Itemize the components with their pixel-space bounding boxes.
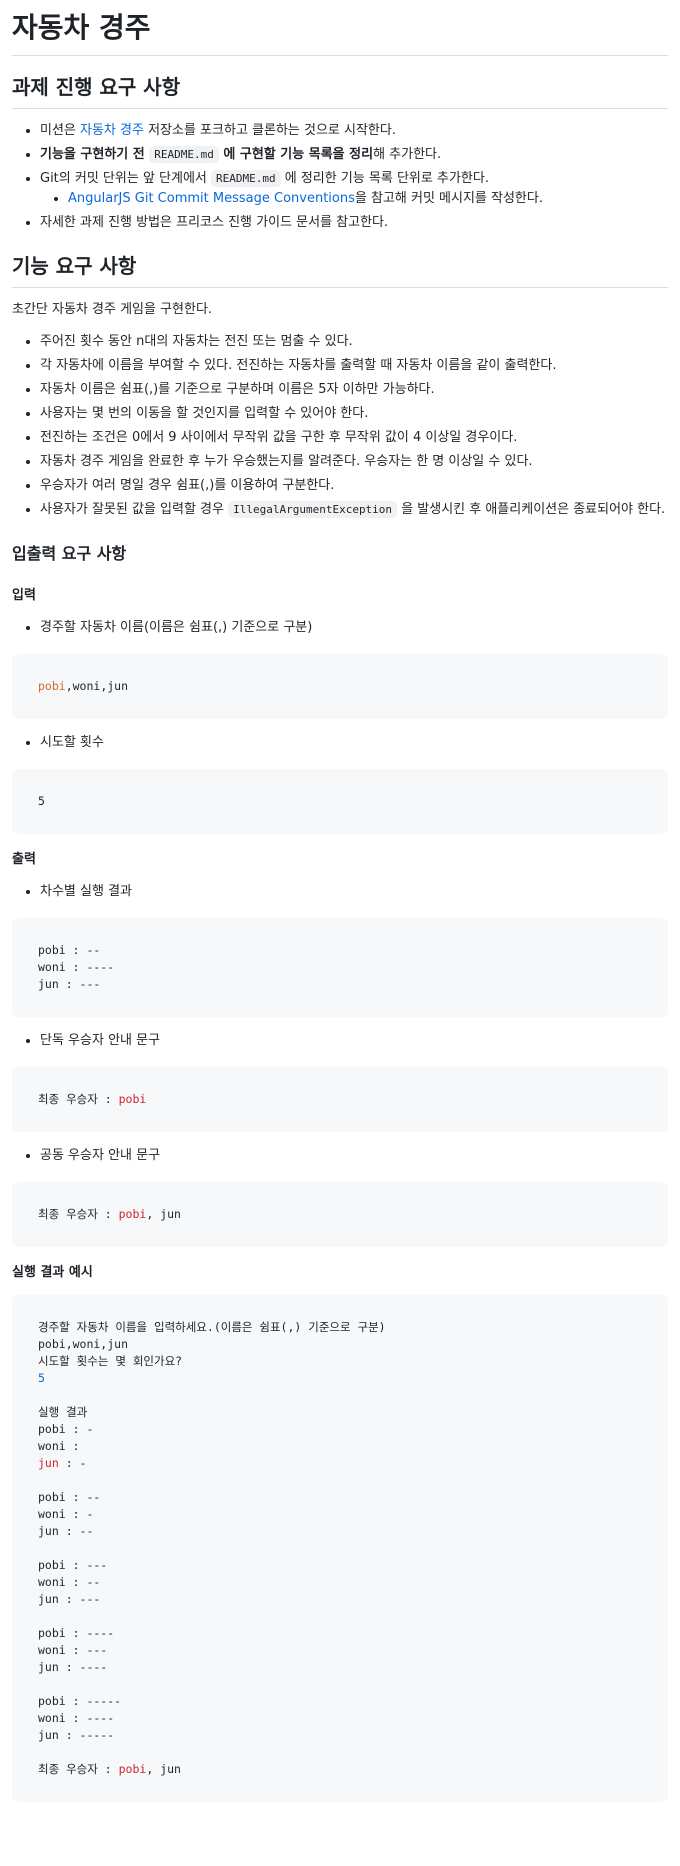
code-block-single-winner: 최종 우승자 : pobi [12, 1067, 668, 1132]
heading-progress-requirements: 과제 진행 요구 사항 [12, 72, 668, 109]
list-item: 사용자가 잘못된 값을 입력할 경우 IllegalArgumentExcept… [40, 500, 668, 520]
list-item: 사용자는 몇 번의 이동을 할 것인지를 입력할 수 있어야 한다. [40, 404, 668, 424]
list-item: 자세한 과제 진행 방법은 프리코스 진행 가이드 문서를 참고한다. [40, 213, 668, 233]
code-block-input-count: 5 [12, 769, 668, 834]
inline-code: README.md [211, 170, 281, 187]
heading-input: 입력 [12, 588, 36, 603]
list-item: 전진하는 조건은 0에서 9 사이에서 무작위 값을 구한 후 무작위 값이 4… [40, 428, 668, 448]
input-list: 시도할 횟수 [12, 733, 668, 753]
list-item: 각 자동차에 이름을 부여할 수 있다. 전진하는 자동차를 출력할 때 자동차… [40, 356, 668, 376]
progress-requirements-list: 미션은 자동차 경주 저장소를 포크하고 클론하는 것으로 시작한다. 기능을 … [12, 121, 668, 233]
code-block-round-result: pobi : -- woni : ---- jun : --- [12, 918, 668, 1017]
list-item: 시도할 횟수 [40, 733, 668, 753]
list-item: 경주할 자동차 이름(이름은 쉼표(,) 기준으로 구분) [40, 618, 668, 638]
inline-code: IllegalArgumentException [228, 501, 398, 518]
list-item: 단독 우승자 안내 문구 [40, 1031, 668, 1051]
heading-example: 실행 결과 예시 [12, 1265, 93, 1280]
list-item: 기능을 구현하기 전 README.md 에 구현할 기능 목록을 정리해 추가… [40, 145, 668, 165]
list-item: 미션은 자동차 경주 저장소를 포크하고 클론하는 것으로 시작한다. [40, 121, 668, 141]
sub-list-item: AngularJS Git Commit Message Conventions… [68, 189, 668, 209]
list-item: 자동차 이름은 쉼표(,)를 기준으로 구분하며 이름은 5자 이하만 가능하다… [40, 380, 668, 400]
feature-requirements-list: 주어진 횟수 동안 n대의 자동차는 전진 또는 멈출 수 있다. 각 자동차에… [12, 332, 668, 520]
list-item: Git의 커밋 단위는 앞 단계에서 README.md 에 정리한 기능 목록… [40, 169, 668, 209]
sub-list: AngularJS Git Commit Message Conventions… [40, 189, 668, 209]
code-block-joint-winners: 최종 우승자 : pobi, jun [12, 1182, 668, 1247]
code-block-example-run: 경주할 자동차 이름을 입력하세요.(이름은 쉼표(,) 기준으로 구분) po… [12, 1295, 668, 1802]
list-item: 주어진 횟수 동안 n대의 자동차는 전진 또는 멈출 수 있다. [40, 332, 668, 352]
output-list: 단독 우승자 안내 문구 [12, 1031, 668, 1051]
list-item: 차수별 실행 결과 [40, 882, 668, 902]
heading-io-requirements: 입출력 요구 사항 [12, 544, 127, 563]
input-list: 경주할 자동차 이름(이름은 쉼표(,) 기준으로 구분) [12, 618, 668, 638]
commit-convention-link[interactable]: AngularJS Git Commit Message Conventions [68, 191, 355, 206]
output-list: 공동 우승자 안내 문구 [12, 1146, 668, 1166]
heading-feature-requirements: 기능 요구 사항 [12, 251, 668, 288]
list-item: 우승자가 여러 명일 경우 쉼표(,)를 이용하여 구분한다. [40, 476, 668, 496]
output-list: 차수별 실행 결과 [12, 882, 668, 902]
page-title: 자동차 경주 [12, 0, 668, 56]
inline-code: README.md [149, 146, 219, 163]
feature-intro: 초간단 자동차 경주 게임을 구현한다. [12, 302, 213, 317]
list-item: 공동 우승자 안내 문구 [40, 1146, 668, 1166]
heading-output: 출력 [12, 852, 36, 867]
list-item: 자동차 경주 게임을 완료한 후 누가 우승했는지를 알려준다. 우승자는 한 … [40, 452, 668, 472]
code-block-input-names: pobi,woni,jun [12, 654, 668, 719]
repo-link[interactable]: 자동차 경주 [80, 123, 144, 138]
